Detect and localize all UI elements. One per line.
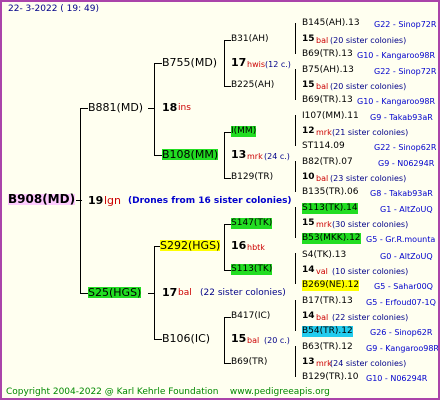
gen4-mid-note: (24 sister colonies): [330, 359, 407, 368]
gen4-mid-note: (21 sister colonies): [332, 128, 409, 137]
gen1-code: bal: [178, 288, 192, 298]
gen2-note: (20 c.): [264, 336, 290, 345]
gen4-top: S113(TK).14: [302, 203, 358, 214]
gen4-mid-number: 15: [302, 218, 315, 228]
gen2-queen: B108(MM): [162, 148, 219, 161]
gen1-number: 17: [162, 286, 178, 299]
gen4-top: B63(TR).12: [302, 342, 353, 352]
gen2-code: hbtk: [247, 243, 265, 252]
gen4-mid-code: val: [316, 267, 328, 276]
gen4-mid-code: mrk: [316, 220, 332, 229]
gen3-queen: B31(AH): [231, 34, 269, 44]
gen4-top-origin: G0 - AltZoUQ: [380, 252, 433, 261]
gen4-mid-note: (23 sister colonies): [330, 174, 407, 183]
gen4-bottom-origin: G22 - Sinop62R: [374, 143, 437, 152]
gen4-bottom-origin: G8 - Takab93aR: [370, 189, 433, 198]
gen4-mid-code: mrk: [316, 128, 332, 137]
gen4-bottom-origin: G10 - Kangaroo98R: [357, 51, 436, 60]
gen4-top-origin: G9 - Kangaroo98R: [366, 344, 439, 353]
gen2-number: 17: [231, 56, 247, 69]
gen4-top-origin: G9 - N06294R: [378, 159, 435, 168]
gen2-number: 16: [231, 239, 247, 252]
root-code: lgn: [104, 194, 122, 207]
root-queen: B908(MD): [8, 192, 76, 206]
gen4-top-origin: G22 - Sinop72R: [374, 67, 437, 76]
gen4-top: S4(TK).13: [302, 250, 347, 260]
site-link[interactable]: www.pedigreeapis.org: [230, 387, 330, 397]
gen3-queen: S147(TK): [231, 218, 273, 229]
gen4-bottom-origin: G10 - Kangaroo98R: [357, 97, 436, 106]
gen4-bottom: B129(TR).10: [302, 372, 359, 382]
gen4-mid-code: bal: [316, 82, 329, 91]
gen4-bottom: ST114.09: [302, 141, 345, 151]
gen4-mid-number: 10: [302, 172, 315, 182]
footer: Copyright 2004-2022 @ Karl Kehrle Founda…: [6, 387, 330, 397]
gen4-bottom: B53(MKK).12: [302, 233, 361, 244]
gen4-bottom-origin: G5 - Sahar00Q: [374, 282, 433, 291]
gen4-mid-note: (22 sister colonies): [332, 313, 409, 322]
gen2-note: (12 c.): [265, 60, 291, 69]
gen4-mid-code: bal: [316, 174, 329, 183]
gen4-bottom: B135(TR).06: [302, 187, 359, 197]
gen2-number: 15: [231, 332, 247, 345]
gen2-queen: S292(HGS): [160, 239, 221, 252]
gen1-number: 18: [162, 101, 178, 114]
gen4-top: B82(TR).07: [302, 157, 353, 167]
pedigree-chart: 22- 3-2022 ( 19: 49) B908(MD) 19 lgn (Dr…: [0, 0, 440, 400]
gen2-number: 13: [231, 148, 247, 161]
gen4-bottom: B69(TR).13: [302, 49, 353, 59]
gen4-mid-number: 13: [302, 357, 315, 367]
report-date: 22- 3-2022 ( 19: 49): [8, 4, 99, 14]
gen4-top-origin: G22 - Sinop72R: [374, 20, 437, 29]
gen3-queen: I(MM): [231, 126, 257, 137]
gen4-top-origin: G5 - Erfoud07-1Q: [366, 298, 436, 307]
gen3-queen: B69(TR): [231, 357, 268, 367]
gen4-top: B145(AH).13: [302, 18, 360, 28]
gen2-queen: B106(IC): [162, 332, 211, 345]
gen2-queen: B755(MD): [162, 56, 218, 69]
gen4-mid-number: 12: [302, 126, 315, 136]
gen3-queen: B129(TR): [231, 172, 274, 182]
gen4-bottom-origin: G5 - Gr.R.mounta: [366, 235, 436, 244]
gen4-mid-number: 14: [302, 265, 315, 275]
gen3-queen: B225(AH): [231, 80, 275, 90]
gen4-top-origin: G1 - AltZoUQ: [380, 205, 433, 214]
gen4-mid-note: (30 sister colonies): [332, 220, 409, 229]
gen4-top-origin: G9 - Takab93aR: [370, 113, 433, 122]
gen4-mid-code: bal: [316, 36, 329, 45]
gen4-bottom-origin: G26 - Sinop62R: [370, 328, 433, 337]
gen1-note: (22 sister colonies): [200, 288, 286, 298]
gen4-bottom: B54(TR).12: [302, 326, 353, 337]
gen2-code: hwis: [247, 60, 266, 69]
gen4-mid-code: bal: [316, 313, 329, 322]
gen1-code: ins: [178, 103, 191, 113]
gen2-note: (24 c.): [264, 152, 290, 161]
gen1-queen: B881(MD): [88, 101, 144, 114]
copyright-text: Copyright 2004-2022 @ Karl Kehrle Founda…: [6, 387, 219, 397]
gen2-code: mrk: [247, 152, 263, 161]
gen4-mid-note: (20 sister colonies): [330, 82, 407, 91]
gen4-mid-number: 15: [302, 34, 315, 44]
gen3-queen: B417(IC): [231, 311, 271, 321]
root-note: (Drones from 16 sister colonies): [128, 196, 292, 206]
gen4-top: I107(MM).11: [302, 111, 359, 121]
gen2-code: bal: [247, 336, 260, 345]
gen3-queen: S113(TK): [231, 264, 273, 275]
gen4-top: B17(TR).13: [302, 296, 353, 306]
gen4-bottom: B69(TR).13: [302, 95, 353, 105]
gen4-mid-note: (20 sister colonies): [330, 36, 407, 45]
root-number: 19: [88, 194, 104, 207]
gen1-queen: S25(HGS): [88, 286, 142, 299]
gen4-bottom: B269(NE).12: [302, 280, 360, 291]
gen4-mid-number: 15: [302, 80, 315, 90]
gen4-top: B75(AH).13: [302, 65, 354, 75]
gen4-bottom-origin: G10 - N06294R: [366, 374, 428, 383]
gen4-mid-number: 14: [302, 311, 315, 321]
gen4-mid-note: (10 sister colonies): [332, 267, 409, 276]
